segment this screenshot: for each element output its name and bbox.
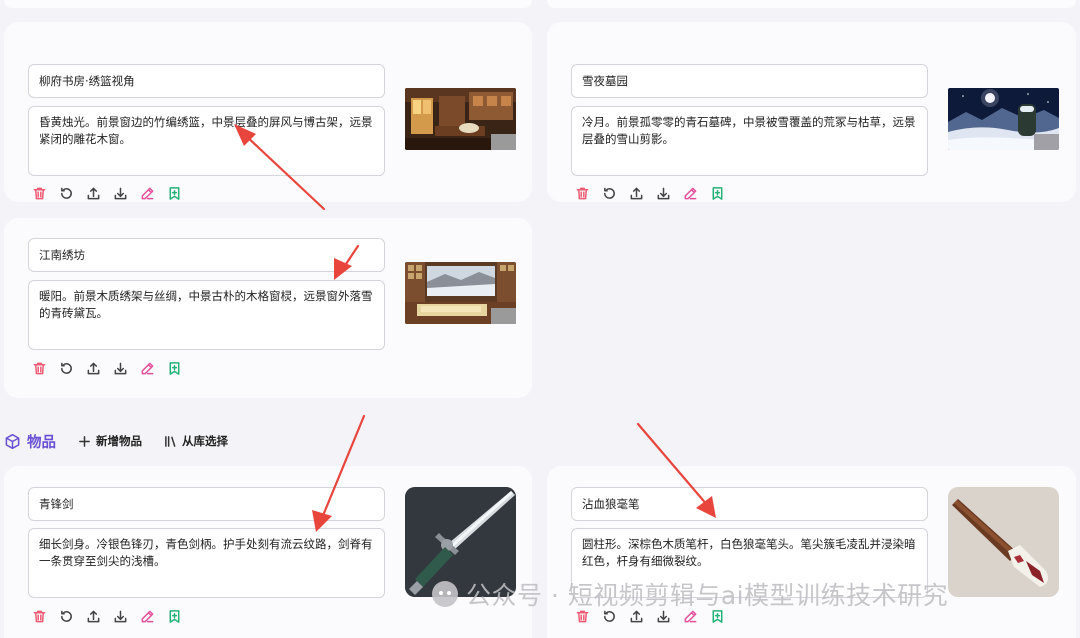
items-title-text: 物品 bbox=[27, 434, 56, 451]
upload-icon[interactable] bbox=[84, 359, 102, 377]
scene-description-input[interactable]: 昏黄烛光。前景窗边的竹编绣篮，中景层叠的屏风与博古架，远景紧闭的雕花木窗。 bbox=[28, 106, 385, 176]
edit-icon[interactable] bbox=[681, 184, 699, 202]
scene-description-input[interactable]: 暖阳。前景木质绣架与丝绸，中景古朴的木格窗棂，远景窗外落雪的青砖黛瓦。 bbox=[28, 280, 385, 350]
items-section-title: 物品 bbox=[4, 431, 56, 452]
trash-icon[interactable] bbox=[573, 184, 591, 202]
trash-icon[interactable] bbox=[30, 607, 48, 625]
add-item-label: 新增物品 bbox=[96, 434, 142, 448]
scene-card: 柳府书房·绣篮视角 昏黄烛光。前景窗边的竹编绣篮，中景层叠的屏风与博古架，远景紧… bbox=[4, 22, 532, 202]
add-item-button[interactable]: 新增物品 bbox=[78, 433, 142, 449]
scene-action-bar bbox=[30, 184, 183, 202]
item-description-input[interactable]: 细长剑身。冷银色锋刃，青色剑柄。护手处刻有流云纹路，剑脊有一条贯穿至剑尖的浅槽。 bbox=[28, 528, 385, 598]
study-room-thumbnail[interactable] bbox=[405, 88, 516, 150]
trash-icon[interactable] bbox=[30, 184, 48, 202]
card-top-edge bbox=[4, 0, 532, 8]
card-top-edge bbox=[547, 0, 1076, 8]
edit-icon[interactable] bbox=[138, 607, 156, 625]
brush-thumbnail[interactable] bbox=[948, 487, 1059, 597]
download-icon[interactable] bbox=[111, 607, 129, 625]
scene-card: 雪夜墓园 冷月。前景孤零零的青石墓碑，中景被雪覆盖的荒冢与枯草，远景层叠的雪山剪… bbox=[547, 22, 1076, 202]
bookmark-plus-icon[interactable] bbox=[165, 184, 183, 202]
scene-name-input[interactable]: 柳府书房·绣篮视角 bbox=[28, 64, 385, 98]
trash-icon[interactable] bbox=[30, 359, 48, 377]
upload-icon[interactable] bbox=[84, 184, 102, 202]
bookmark-plus-icon[interactable] bbox=[165, 607, 183, 625]
scene-name-input[interactable]: 雪夜墓园 bbox=[571, 64, 928, 98]
item-name-input[interactable]: 青锋剑 bbox=[28, 487, 385, 521]
refresh-icon[interactable] bbox=[57, 607, 75, 625]
bookmark-plus-icon[interactable] bbox=[708, 184, 726, 202]
items-section-header: 物品 新增物品 从库选择 bbox=[4, 430, 228, 452]
embroidery-workshop-thumbnail[interactable] bbox=[405, 262, 516, 324]
item-card: 青锋剑 细长剑身。冷银色锋刃，青色剑柄。护手处刻有流云纹路，剑脊有一条贯穿至剑尖… bbox=[4, 466, 532, 638]
select-from-library-button[interactable]: 从库选择 bbox=[164, 433, 228, 449]
plus-icon bbox=[79, 435, 90, 447]
scene-action-bar bbox=[573, 184, 726, 202]
edit-icon[interactable] bbox=[138, 184, 156, 202]
cube-icon bbox=[5, 433, 20, 449]
watermark-text: 公众号 · 短视频剪辑与ai模型训练技术研究 bbox=[466, 581, 949, 610]
scene-card: 江南绣坊 暖阳。前景木质绣架与丝绸，中景古朴的木格窗棂，远景窗外落雪的青砖黛瓦。 bbox=[4, 218, 532, 398]
bookmark-plus-icon[interactable] bbox=[165, 359, 183, 377]
upload-icon[interactable] bbox=[627, 184, 645, 202]
download-icon[interactable] bbox=[111, 359, 129, 377]
refresh-icon[interactable] bbox=[57, 184, 75, 202]
scene-description-input[interactable]: 冷月。前景孤零零的青石墓碑，中景被雪覆盖的荒冢与枯草，远景层叠的雪山剪影。 bbox=[571, 106, 928, 176]
scene-name-input[interactable]: 江南绣坊 bbox=[28, 238, 385, 272]
download-icon[interactable] bbox=[654, 184, 672, 202]
snow-graveyard-thumbnail[interactable] bbox=[948, 88, 1059, 150]
refresh-icon[interactable] bbox=[57, 359, 75, 377]
item-card: 沾血狼毫笔 圆柱形。深棕色木质笔杆，白色狼毫笔头。笔尖簇毛凌乱并浸染暗红色，杆身… bbox=[547, 466, 1076, 638]
edit-icon[interactable] bbox=[138, 359, 156, 377]
upload-icon[interactable] bbox=[84, 607, 102, 625]
item-action-bar bbox=[30, 607, 183, 625]
scene-action-bar bbox=[30, 359, 183, 377]
library-icon bbox=[165, 435, 176, 447]
watermark: 公众号 · 短视频剪辑与ai模型训练技术研究 bbox=[430, 576, 948, 612]
refresh-icon[interactable] bbox=[600, 184, 618, 202]
library-label: 从库选择 bbox=[182, 434, 228, 448]
wechat-logo-icon bbox=[432, 581, 458, 607]
item-name-input[interactable]: 沾血狼毫笔 bbox=[571, 487, 928, 521]
download-icon[interactable] bbox=[111, 184, 129, 202]
